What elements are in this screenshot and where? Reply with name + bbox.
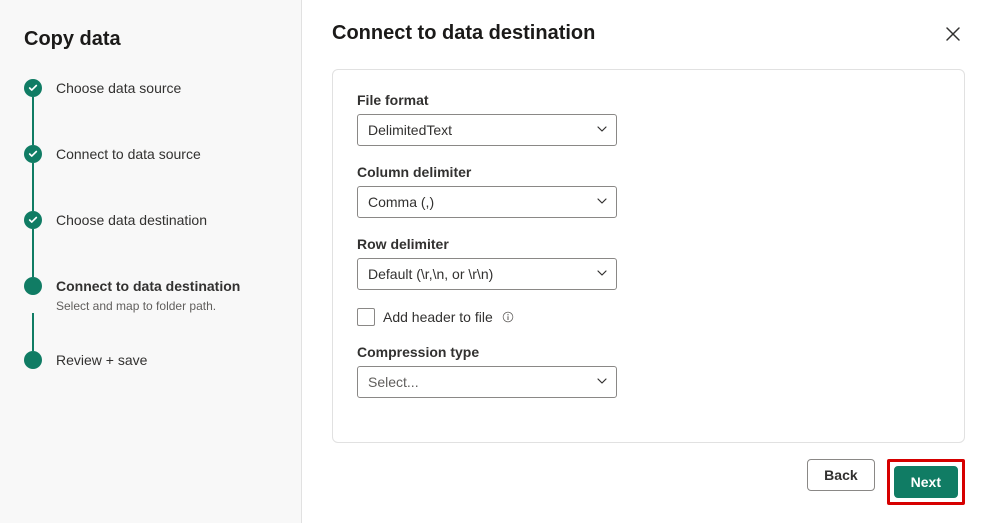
row-delimiter-label: Row delimiter bbox=[357, 236, 617, 252]
field-compression-type: Compression type Select... bbox=[357, 344, 617, 398]
column-delimiter-select[interactable]: Comma (,) bbox=[357, 186, 617, 218]
field-add-header: Add header to file bbox=[357, 308, 940, 326]
add-header-label: Add header to file bbox=[383, 309, 493, 325]
step-connector bbox=[32, 163, 34, 211]
close-button[interactable] bbox=[941, 22, 965, 49]
main-panel: Connect to data destination File format … bbox=[302, 0, 995, 523]
wizard-sidebar: Copy data Choose data source Connect to … bbox=[0, 0, 302, 523]
step-label: Review + save bbox=[56, 351, 147, 369]
back-button[interactable]: Back bbox=[807, 459, 874, 491]
step-review-save[interactable]: Review + save bbox=[24, 351, 277, 369]
step-connect-to-data-destination[interactable]: Connect to data destination Select and m… bbox=[24, 277, 277, 313]
step-connector bbox=[32, 313, 34, 351]
compression-type-select[interactable]: Select... bbox=[357, 366, 617, 398]
column-delimiter-value: Comma (,) bbox=[368, 194, 434, 210]
pending-step-icon bbox=[24, 351, 42, 369]
chevron-down-icon bbox=[596, 374, 608, 390]
step-connector bbox=[32, 229, 34, 277]
chevron-down-icon bbox=[596, 194, 608, 210]
info-icon[interactable] bbox=[501, 310, 515, 324]
check-icon bbox=[24, 79, 42, 97]
step-choose-data-destination[interactable]: Choose data destination bbox=[24, 211, 277, 229]
step-choose-data-source[interactable]: Choose data source bbox=[24, 79, 277, 97]
check-icon bbox=[24, 145, 42, 163]
compression-type-value: Select... bbox=[368, 374, 419, 390]
close-icon bbox=[945, 26, 961, 42]
step-connect-to-data-source[interactable]: Connect to data source bbox=[24, 145, 277, 163]
field-row-delimiter: Row delimiter Default (\r,\n, or \r\n) bbox=[357, 236, 617, 290]
step-connector bbox=[32, 97, 34, 145]
step-label: Choose data destination bbox=[56, 211, 207, 229]
file-format-value: DelimitedText bbox=[368, 122, 452, 138]
page-title: Connect to data destination bbox=[332, 22, 595, 45]
footer-actions: Back Next bbox=[332, 443, 965, 505]
row-delimiter-select[interactable]: Default (\r,\n, or \r\n) bbox=[357, 258, 617, 290]
step-sublabel: Select and map to folder path. bbox=[56, 299, 240, 313]
form-card: File format DelimitedText Column delimit… bbox=[332, 69, 965, 443]
sidebar-title: Copy data bbox=[24, 28, 277, 51]
column-delimiter-label: Column delimiter bbox=[357, 164, 617, 180]
add-header-checkbox[interactable] bbox=[357, 308, 375, 326]
chevron-down-icon bbox=[596, 266, 608, 282]
wizard-steps: Choose data source Connect to data sourc… bbox=[24, 79, 277, 369]
current-step-icon bbox=[24, 277, 42, 295]
check-icon bbox=[24, 211, 42, 229]
row-delimiter-value: Default (\r,\n, or \r\n) bbox=[368, 266, 493, 282]
field-file-format: File format DelimitedText bbox=[357, 92, 617, 146]
chevron-down-icon bbox=[596, 122, 608, 138]
file-format-label: File format bbox=[357, 92, 617, 108]
step-label: Connect to data source bbox=[56, 145, 201, 163]
field-column-delimiter: Column delimiter Comma (,) bbox=[357, 164, 617, 218]
next-button-highlight: Next bbox=[887, 459, 965, 505]
next-button[interactable]: Next bbox=[894, 466, 958, 498]
step-label: Connect to data destination bbox=[56, 277, 240, 295]
step-label: Choose data source bbox=[56, 79, 181, 97]
file-format-select[interactable]: DelimitedText bbox=[357, 114, 617, 146]
compression-type-label: Compression type bbox=[357, 344, 617, 360]
